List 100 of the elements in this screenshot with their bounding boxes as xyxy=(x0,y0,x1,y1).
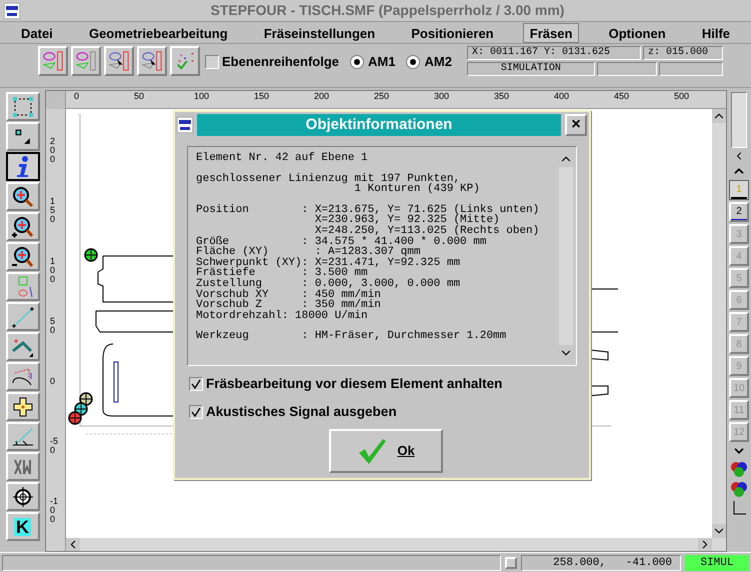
menu-item[interactable]: Fräsen xyxy=(522,22,580,42)
ok-button[interactable]: Ok xyxy=(329,428,443,472)
line-icon xyxy=(10,304,34,328)
zoom-in-icon xyxy=(10,214,34,238)
toolbar-button[interactable] xyxy=(104,46,134,76)
info-line: Frästiefe : 3.500 mm xyxy=(196,268,368,279)
layer-button[interactable]: 2 xyxy=(729,202,749,222)
cross-icon xyxy=(10,394,34,418)
ruler-label: 300 xyxy=(434,91,450,101)
info-line: X=248.250, Y=113.025 (Rechts oben) xyxy=(314,226,540,237)
info-line: Position : X=213.675, Y= 71.625 (Links unten) xyxy=(196,204,540,216)
vertical-scrollbar[interactable] xyxy=(712,109,726,538)
status-field xyxy=(658,62,723,76)
scroll-up-icon[interactable] xyxy=(712,109,726,123)
info-line: Fläche (XY) : A=1283.307 qmm xyxy=(196,247,420,258)
info-line: Vorschub XY : 450 mm/min xyxy=(196,290,382,300)
info-line: Schwerpunkt (XY): X=231.471, Y=92.325 mm xyxy=(196,258,462,268)
ruler-label: 0 xyxy=(74,91,80,101)
info-line: Werkzeug : HM-Fräser, Durchmesser 1.20mm xyxy=(196,331,508,342)
info-line: geschlossener Linienzug mit 197 Punkten, xyxy=(196,174,460,184)
menu-item[interactable]: Hilfe xyxy=(694,22,737,42)
toolbar-button[interactable] xyxy=(170,46,200,76)
layer-order-checkbox[interactable]: Ebenenreihenfolge xyxy=(205,52,340,72)
ruler-label: 250 xyxy=(374,91,390,101)
mode-indicator: SIMUL xyxy=(685,554,749,570)
radio-button[interactable] xyxy=(350,54,364,69)
ruler-label: 400 xyxy=(554,91,570,101)
colored-circles-icon xyxy=(730,480,748,498)
scroll-right-icon[interactable] xyxy=(698,538,712,551)
close-button[interactable]: × xyxy=(565,114,587,136)
tool-button[interactable] xyxy=(6,152,40,181)
z-coordinate-field: z: 015.000 xyxy=(642,46,723,60)
info-line: Größe : 34.575 * 41.400 * 0.000 mm xyxy=(196,236,488,248)
ruler-label: 350 xyxy=(494,91,510,101)
ruler-label: 100 xyxy=(194,91,210,101)
menu-item[interactable]: Optionen xyxy=(602,22,673,42)
zoom-out-icon xyxy=(10,244,34,268)
axes-icon xyxy=(731,500,747,516)
cursor-position: 258.000, -41.000 xyxy=(521,554,681,570)
ruler-label: 100 xyxy=(50,257,56,284)
checkbox[interactable] xyxy=(189,405,203,420)
checkmark-icon xyxy=(191,407,201,418)
checkbox-label: Akustisches Signal ausgeben xyxy=(206,403,397,422)
toolbar-button[interactable] xyxy=(38,46,68,76)
layers-icon xyxy=(141,50,163,72)
ruler-label: -100 xyxy=(50,497,59,524)
ruler-label: 200 xyxy=(50,137,56,164)
colored-circles-icon xyxy=(730,460,748,478)
checkmark-icon xyxy=(191,379,201,390)
scroll-left-icon[interactable] xyxy=(66,538,80,551)
checkbox-label: Fräsbearbeitung vor diesem Element anhalten xyxy=(206,375,502,393)
status-indicator xyxy=(505,556,517,568)
checkmark-icon xyxy=(357,436,388,464)
crosshair-marker-icon xyxy=(84,248,98,262)
checkbox[interactable] xyxy=(189,377,203,392)
info-line: Element Nr. 42 auf Ebene 1 xyxy=(196,153,369,164)
horizontal-scrollbar[interactable] xyxy=(66,538,726,551)
info-line: 1 Konturen (439 KP) xyxy=(353,184,481,195)
coordinates-field: X: 0011.167 Y: 0131.625 xyxy=(466,46,641,60)
info-line: Zustellung : 0.000, 3.000, 0.000 mm xyxy=(196,278,462,290)
tool-button[interactable]: K xyxy=(6,512,40,541)
ruler-label: 450 xyxy=(614,91,630,101)
layers-icon xyxy=(108,50,130,72)
checkbox[interactable] xyxy=(205,54,219,69)
slider-track[interactable] xyxy=(731,92,747,148)
menu-item[interactable]: Geometriebearbeitung xyxy=(82,22,235,42)
selection-rectangle-icon xyxy=(10,94,34,118)
layers-icon xyxy=(42,50,64,72)
window-title: STEPFOUR - TISCH.SMF (Pappelsperrholz / 3.00 mm) xyxy=(210,1,566,20)
logo-icon xyxy=(4,2,20,18)
zoom-icon xyxy=(10,184,34,208)
target-icon xyxy=(10,484,34,508)
ruler-label: 0 xyxy=(50,377,56,386)
ruler-label: 50 xyxy=(134,91,144,101)
logo-icon xyxy=(177,117,193,133)
info-line: X=230.963, Y= 92.325 (Mitte) xyxy=(314,215,500,226)
dialog-title: Objektinformationen xyxy=(197,114,561,136)
mode-field: SIMULATION xyxy=(466,62,595,76)
scroll-down-icon[interactable] xyxy=(712,524,726,538)
ruler-label: 150 xyxy=(50,197,56,224)
layers-icon xyxy=(75,50,97,72)
status-field xyxy=(596,62,657,76)
info-line: Vorschub Z : 350 mm/min xyxy=(196,300,382,311)
ruler-label: 150 xyxy=(254,91,270,101)
checkbox-label: Ebenenreihenfolge xyxy=(222,53,340,71)
menu-item[interactable]: Datei xyxy=(14,22,60,42)
info-line: Motordrehzahl: 18000 U/min xyxy=(196,310,369,322)
ruler-label: 500 xyxy=(674,91,690,101)
radio-label: AM2 xyxy=(424,53,452,71)
scatter-icon xyxy=(174,50,196,72)
radio-button[interactable] xyxy=(406,54,420,69)
toolbar-button[interactable] xyxy=(71,46,101,76)
menu-item[interactable]: Positionieren xyxy=(404,22,501,42)
ruler-label: 50 xyxy=(50,317,56,335)
toolbar-button[interactable] xyxy=(137,46,167,76)
crosshair-marker-icon xyxy=(68,411,82,425)
menu-item[interactable]: Fräseinstellungen xyxy=(256,22,382,42)
point-icon xyxy=(14,128,30,144)
ruler-label: -50 xyxy=(50,437,59,455)
ruler-label: 200 xyxy=(314,91,330,101)
